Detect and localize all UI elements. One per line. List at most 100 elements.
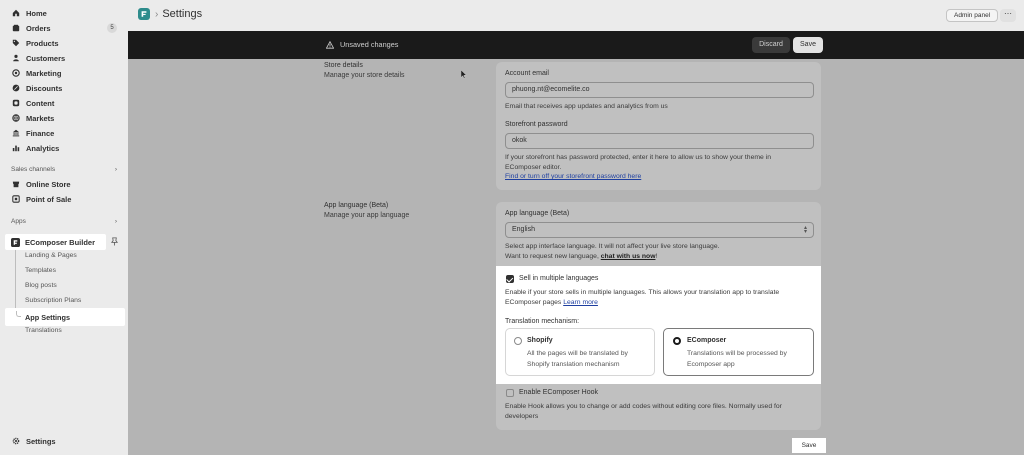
- shopify-option-title: Shopify: [527, 337, 553, 344]
- chart-icon: [11, 143, 21, 153]
- storefront-password-label: Storefront password: [505, 121, 568, 128]
- top-bar: › Settings Admin panel ⋯: [128, 0, 1024, 31]
- account-email-input[interactable]: phuong.nt@ecomelite.co: [505, 82, 814, 98]
- app-language-help-suffix: !: [655, 252, 658, 260]
- sidebar-item-customers[interactable]: Customers: [5, 51, 123, 65]
- sell-multiple-languages-label: Sell in multiple languages: [519, 275, 599, 282]
- sidebar-item-discounts[interactable]: Discounts: [5, 81, 123, 95]
- shopify-option-desc-line-1: All the pages will be translated by: [527, 350, 628, 357]
- enable-hook-checkbox[interactable]: [506, 389, 514, 397]
- translation-mechanism-label: Translation mechanism:: [505, 318, 580, 325]
- sales-channels-section[interactable]: Sales channels ›: [11, 166, 117, 173]
- more-options-button[interactable]: ⋯: [1000, 9, 1016, 22]
- sidebar-item-settings[interactable]: Settings: [5, 434, 123, 448]
- home-icon: [11, 8, 21, 18]
- tree-connector: [15, 250, 16, 314]
- sidebar-item-label: Content: [26, 98, 55, 108]
- unsaved-message: Unsaved changes: [326, 40, 398, 49]
- sidebar-item-home[interactable]: Home: [5, 6, 123, 20]
- chevron-right-icon: ›: [155, 8, 159, 20]
- shopify-option-desc: All the pages will be translated by Shop…: [527, 348, 628, 370]
- storefront-password-input[interactable]: okok: [505, 133, 814, 149]
- sidebar-item-ecomposer-builder[interactable]: EComposer Builder: [5, 234, 106, 250]
- shopify-option-card[interactable]: Shopify All the pages will be translated…: [505, 328, 655, 376]
- multi-language-panel: Sell in multiple languages Enable if you…: [496, 266, 821, 384]
- breadcrumb: › Settings: [138, 8, 202, 20]
- sidebar-sub-item-subscription-plans[interactable]: Subscription Plans: [25, 297, 81, 304]
- save-button-bottom[interactable]: Save: [792, 438, 826, 453]
- store-details-description: Manage your store details: [324, 72, 405, 79]
- sidebar-sub-item-templates[interactable]: Templates: [25, 267, 56, 274]
- sidebar-item-finance[interactable]: Finance: [5, 126, 123, 140]
- sidebar-item-label: Online Store: [26, 179, 71, 189]
- unsaved-changes-bar: Unsaved changes Discard Save: [128, 31, 1024, 59]
- sidebar-item-orders[interactable]: Orders 5: [5, 21, 123, 35]
- storefront-password-link[interactable]: Find or turn off your storefront passwor…: [505, 172, 771, 182]
- sidebar-item-label: Discounts: [26, 83, 63, 93]
- page-title: Settings: [162, 8, 203, 20]
- content-icon: [11, 98, 21, 108]
- ecomposer-app-icon[interactable]: [138, 8, 150, 20]
- sidebar-item-label: Analytics: [26, 143, 60, 153]
- sidebar-item-point-of-sale[interactable]: Point of Sale: [5, 192, 123, 206]
- app-name-label: EComposer Builder: [25, 237, 96, 247]
- admin-panel-button[interactable]: Admin panel: [946, 9, 999, 22]
- sidebar-item-label: Marketing: [26, 68, 62, 78]
- pin-icon[interactable]: [110, 237, 119, 246]
- sidebar-item-label: Finance: [26, 128, 55, 138]
- globe-icon: [11, 113, 21, 123]
- storefront-help-line-2: EComposer editor.: [505, 163, 562, 171]
- ecomposer-radio[interactable]: [673, 337, 681, 345]
- discard-button[interactable]: Discard: [752, 37, 790, 53]
- enable-hook-label: Enable EComposer Hook: [519, 389, 598, 396]
- sidebar-sub-item-app-settings[interactable]: App Settings: [5, 308, 125, 326]
- sidebar-item-analytics[interactable]: Analytics: [5, 141, 123, 155]
- app-language-select[interactable]: English ▴ ▾: [505, 222, 814, 238]
- shopify-radio[interactable]: [514, 337, 522, 345]
- account-email-label: Account email: [505, 70, 549, 77]
- tree-elbow: [16, 311, 21, 317]
- sidebar-sub-item-blog-posts[interactable]: Blog posts: [25, 282, 57, 289]
- sidebar-item-label: Home: [26, 8, 47, 18]
- app-language-help-prefix: Want to request new language,: [505, 252, 601, 260]
- sidebar-item-markets[interactable]: Markets: [5, 111, 123, 125]
- sidebar-item-label: Orders: [26, 23, 51, 33]
- enable-hook-help-line-1: Enable Hook allows you to change or add …: [505, 403, 782, 410]
- ecomposer-option-title: EComposer: [687, 337, 727, 344]
- warning-icon: [326, 40, 334, 49]
- sidebar-sub-item-translations[interactable]: Translations: [25, 327, 62, 334]
- sidebar-sub-item-landing[interactable]: Landing & Pages: [25, 252, 77, 259]
- sidebar-item-online-store[interactable]: Online Store: [5, 177, 123, 191]
- ecomposer-option-card[interactable]: EComposer Translations will be processed…: [663, 328, 814, 376]
- chevron-right-icon: ›: [114, 166, 117, 173]
- learn-more-link[interactable]: Learn more: [563, 299, 598, 306]
- store-details-card: Account email phuong.nt@ecomelite.co Ema…: [496, 62, 821, 190]
- main-content: Store details Manage your store details …: [128, 59, 1024, 455]
- storefront-help-line-1: If your storefront has password protecte…: [505, 154, 771, 161]
- sidebar-item-label: Point of Sale: [26, 194, 72, 204]
- chat-with-us-link[interactable]: chat with us now: [601, 253, 656, 260]
- chevron-right-icon: ›: [114, 218, 117, 225]
- select-arrows-icon: ▴ ▾: [803, 225, 807, 235]
- sidebar-item-label: Products: [26, 38, 59, 48]
- sidebar-item-content[interactable]: Content: [5, 96, 123, 110]
- sell-multiple-languages-checkbox[interactable]: [506, 275, 514, 283]
- save-button-top[interactable]: Save: [793, 37, 823, 53]
- tag-icon: [11, 38, 21, 48]
- unsaved-text: Unsaved changes: [340, 40, 399, 49]
- sidebar-item-label: Markets: [26, 113, 55, 123]
- pos-icon: [11, 194, 21, 204]
- account-email-help: Email that receives app updates and anal…: [505, 103, 668, 110]
- person-icon: [11, 53, 21, 63]
- sell-multiple-help-line-1: Enable if your store sells in multiple l…: [505, 289, 780, 296]
- apps-section[interactable]: Apps ›: [11, 218, 117, 225]
- sidebar-item-marketing[interactable]: Marketing: [5, 66, 123, 80]
- shopify-option-desc-line-2: Shopify translation mechanism: [527, 361, 620, 368]
- store-icon: [11, 179, 21, 189]
- store-details-title: Store details: [324, 62, 363, 69]
- sidebar-item-products[interactable]: Products: [5, 36, 123, 50]
- ecomposer-option-desc-line-2: Ecomposer app: [687, 361, 735, 368]
- app-language-help: Select app interface language. It will n…: [505, 242, 720, 261]
- sell-multiple-help: Enable if your store sells in multiple l…: [505, 288, 779, 307]
- storefront-password-help: If your storefront has password protecte…: [505, 153, 771, 182]
